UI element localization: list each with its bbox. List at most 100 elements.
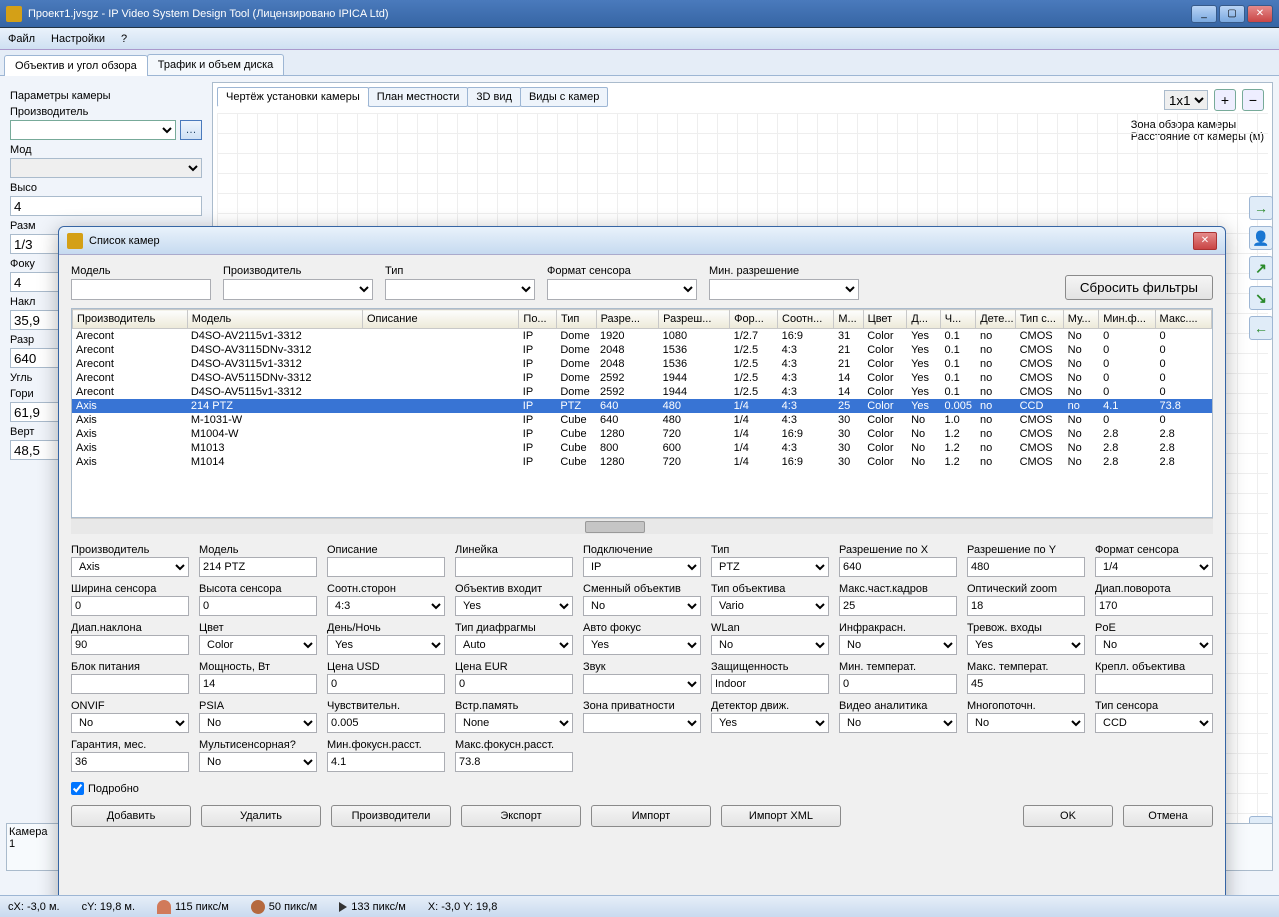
- filter-type-select[interactable]: [385, 279, 535, 300]
- detail-input[interactable]: Vario: [711, 596, 829, 616]
- detail-input[interactable]: [839, 596, 957, 616]
- table-header[interactable]: Производитель: [73, 310, 188, 329]
- table-header[interactable]: Тип с...: [1015, 310, 1063, 329]
- subtab-drawing[interactable]: Чертёж установки камеры: [217, 87, 369, 107]
- tab-lens-fov[interactable]: Объектив и угол обзора: [4, 55, 148, 76]
- export-button[interactable]: Экспорт: [461, 805, 581, 827]
- detail-input[interactable]: Auto: [455, 635, 573, 655]
- detail-input[interactable]: [1095, 596, 1213, 616]
- table-header[interactable]: Цвет: [863, 310, 907, 329]
- detail-input[interactable]: [71, 596, 189, 616]
- table-row[interactable]: ArecontD4SO-AV3115DNv-3312IPDome20481536…: [72, 343, 1212, 357]
- detail-input[interactable]: No: [711, 635, 829, 655]
- detail-input[interactable]: No: [199, 752, 317, 772]
- detail-input[interactable]: IP: [583, 557, 701, 577]
- model-select[interactable]: [10, 158, 202, 178]
- import-xml-button[interactable]: Импорт XML: [721, 805, 841, 827]
- close-button[interactable]: ✕: [1247, 5, 1273, 23]
- detail-input[interactable]: [583, 713, 701, 733]
- detail-input[interactable]: [199, 674, 317, 694]
- detail-input[interactable]: Color: [199, 635, 317, 655]
- detail-input[interactable]: Yes: [583, 635, 701, 655]
- table-header[interactable]: Дете...: [976, 310, 1016, 329]
- table-row[interactable]: AxisM1014IPCube12807201/416:930ColorNo1.…: [72, 455, 1212, 469]
- detail-input[interactable]: No: [583, 596, 701, 616]
- table-row[interactable]: ArecontD4SO-AV5115DNv-3312IPDome25921944…: [72, 371, 1212, 385]
- filter-model-input[interactable]: [71, 279, 211, 300]
- arrow-ne-icon[interactable]: ↗: [1249, 256, 1273, 280]
- detail-input[interactable]: Yes: [967, 635, 1085, 655]
- dialog-close-button[interactable]: ✕: [1193, 232, 1217, 250]
- browse-button[interactable]: …: [180, 120, 202, 140]
- detail-input[interactable]: [967, 674, 1085, 694]
- detail-input[interactable]: [71, 752, 189, 772]
- table-header[interactable]: Разреш...: [659, 310, 730, 329]
- detail-input[interactable]: No: [199, 713, 317, 733]
- detail-input[interactable]: Yes: [455, 596, 573, 616]
- detail-input[interactable]: [327, 557, 445, 577]
- detail-input[interactable]: [199, 557, 317, 577]
- table-header[interactable]: Ч...: [940, 310, 975, 329]
- maximize-button[interactable]: ▢: [1219, 5, 1245, 23]
- detail-input[interactable]: [711, 674, 829, 694]
- arrow-right-icon[interactable]: →: [1249, 196, 1273, 220]
- detail-input[interactable]: No: [967, 713, 1085, 733]
- person-icon[interactable]: 👤: [1249, 226, 1273, 250]
- add-button[interactable]: Добавить: [71, 805, 191, 827]
- detail-input[interactable]: PTZ: [711, 557, 829, 577]
- dialog-titlebar[interactable]: Список камер ✕: [59, 227, 1225, 255]
- table-header[interactable]: Д...: [907, 310, 940, 329]
- table-header[interactable]: Макс....: [1155, 310, 1211, 329]
- detail-input[interactable]: [71, 674, 189, 694]
- detail-input[interactable]: Axis: [71, 557, 189, 577]
- detail-input[interactable]: [583, 674, 701, 694]
- detailed-checkbox[interactable]: [71, 782, 84, 795]
- table-header[interactable]: По...: [519, 310, 557, 329]
- table-header[interactable]: Разре...: [596, 310, 659, 329]
- table-row[interactable]: AxisM1013IPCube8006001/44:330ColorNo1.2n…: [72, 441, 1212, 455]
- detail-input[interactable]: [71, 635, 189, 655]
- tab-traffic-disk[interactable]: Трафик и объем диска: [147, 54, 285, 75]
- table-row[interactable]: ArecontD4SO-AV5115v1-3312IPDome259219441…: [72, 385, 1212, 399]
- detail-input[interactable]: [455, 674, 573, 694]
- table-row[interactable]: AxisM-1031-WIPCube6404801/44:330ColorNo1…: [72, 413, 1212, 427]
- filter-manufacturer-select[interactable]: [223, 279, 373, 300]
- detail-input[interactable]: [839, 674, 957, 694]
- detail-input[interactable]: CCD: [1095, 713, 1213, 733]
- detail-input[interactable]: [327, 674, 445, 694]
- menu-settings[interactable]: Настройки: [51, 33, 105, 45]
- import-button[interactable]: Импорт: [591, 805, 711, 827]
- minimize-button[interactable]: _: [1191, 5, 1217, 23]
- subtab-plan[interactable]: План местности: [368, 87, 469, 107]
- table-row[interactable]: AxisM1004-WIPCube12807201/416:930ColorNo…: [72, 427, 1212, 441]
- subtab-views[interactable]: Виды с камер: [520, 87, 608, 107]
- table-header[interactable]: Мин.ф...: [1099, 310, 1155, 329]
- detail-input[interactable]: [327, 713, 445, 733]
- detail-input[interactable]: [455, 557, 573, 577]
- arrow-left-icon[interactable]: ←: [1249, 316, 1273, 340]
- arrow-se-icon[interactable]: ↘: [1249, 286, 1273, 310]
- scale-select[interactable]: 1x1: [1164, 90, 1208, 110]
- table-row[interactable]: ArecontD4SO-AV2115v1-3312IPDome192010801…: [72, 329, 1212, 343]
- subtab-3d[interactable]: 3D вид: [467, 87, 521, 107]
- detail-input[interactable]: Yes: [327, 635, 445, 655]
- cancel-button[interactable]: Отмена: [1123, 805, 1213, 827]
- detail-input[interactable]: 4:3: [327, 596, 445, 616]
- table-header[interactable]: Описание: [362, 310, 518, 329]
- table-scroll[interactable]: ArecontD4SO-AV2115v1-3312IPDome192010801…: [72, 329, 1212, 511]
- detail-input[interactable]: [1095, 674, 1213, 694]
- detail-input[interactable]: [199, 596, 317, 616]
- hscroll-thumb[interactable]: [585, 521, 645, 533]
- detail-input[interactable]: No: [839, 635, 957, 655]
- height-input[interactable]: [10, 196, 202, 216]
- delete-button[interactable]: Удалить: [201, 805, 321, 827]
- detail-input[interactable]: 1/4: [1095, 557, 1213, 577]
- detail-input[interactable]: No: [839, 713, 957, 733]
- manufacturer-select[interactable]: [10, 120, 176, 140]
- detail-input[interactable]: None: [455, 713, 573, 733]
- table-row[interactable]: Axis214 PTZIPPTZ6404801/44:325ColorYes0.…: [72, 399, 1212, 413]
- table-header[interactable]: Соотн...: [778, 310, 834, 329]
- filter-sensor-format-select[interactable]: [547, 279, 697, 300]
- table-header[interactable]: М...: [834, 310, 863, 329]
- detail-input[interactable]: [839, 557, 957, 577]
